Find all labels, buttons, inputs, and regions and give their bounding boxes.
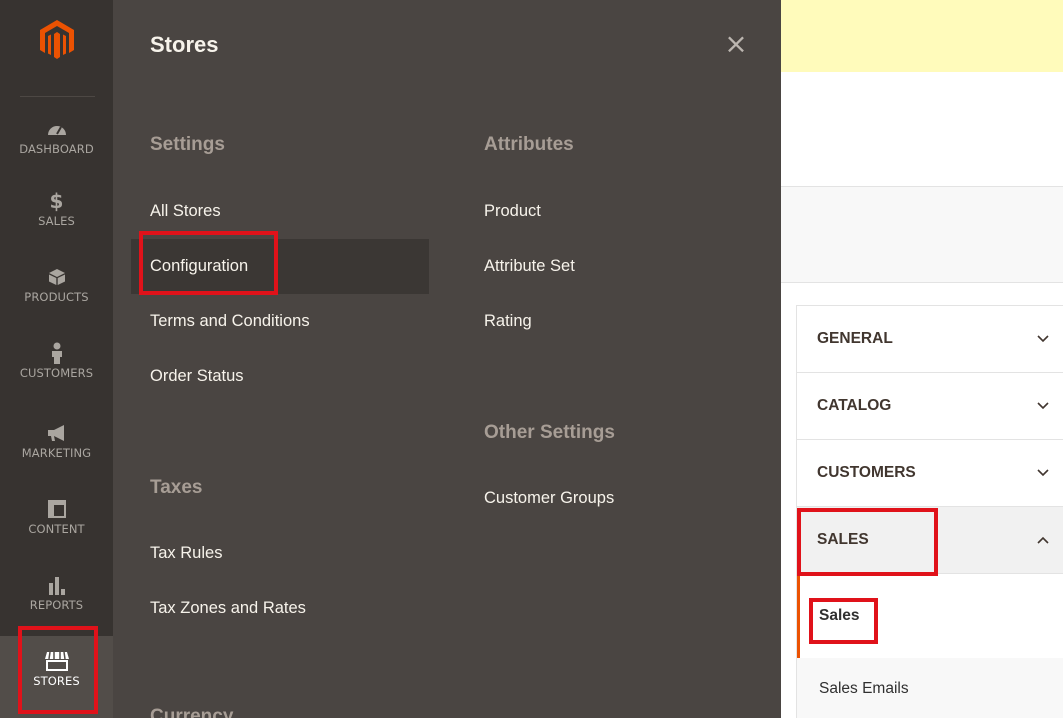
dollar-icon: $ xyxy=(49,189,64,213)
cube-icon xyxy=(48,266,66,288)
sidebar-item-label: DASHBOARD xyxy=(19,142,94,156)
sidebar-item-label: PRODUCTS xyxy=(24,290,89,304)
menu-link-order-status[interactable]: Order Status xyxy=(150,349,430,404)
config-tab-label: SALES xyxy=(817,531,869,548)
menu-link-customer-groups[interactable]: Customer Groups xyxy=(484,471,754,526)
config-tab-catalog[interactable]: CATALOG xyxy=(797,373,1063,440)
store-icon xyxy=(44,650,70,672)
sidebar-item-dashboard[interactable]: DASHBOARD xyxy=(0,118,113,168)
page-actions-band xyxy=(781,186,1063,283)
magento-logo[interactable] xyxy=(0,0,113,100)
menu-link-attribute-set[interactable]: Attribute Set xyxy=(484,239,754,294)
system-message-bar xyxy=(781,0,1063,72)
sidebar-item-reports[interactable]: REPORTS xyxy=(0,574,113,624)
sidebar-item-sales[interactable]: $ SALES xyxy=(0,189,113,240)
config-tab-label: CUSTOMERS xyxy=(817,464,916,481)
menu-link-terms-and-conditions[interactable]: Terms and Conditions xyxy=(150,294,430,349)
config-tab-general[interactable]: GENERAL xyxy=(797,306,1063,373)
section-title-other-settings: Other Settings xyxy=(484,422,615,443)
section-title-attributes: Attributes xyxy=(484,134,574,155)
sidebar-item-content[interactable]: CONTENT xyxy=(0,498,113,548)
sidebar-item-label: CONTENT xyxy=(28,522,85,536)
menu-link-tax-zones-and-rates[interactable]: Tax Zones and Rates xyxy=(150,581,430,636)
chevron-up-icon xyxy=(1036,533,1050,547)
section-title-currency: Currency xyxy=(150,706,234,718)
sidebar-item-label: MARKETING xyxy=(21,446,92,460)
bar-chart-icon xyxy=(47,574,67,596)
sidebar-item-products[interactable]: PRODUCTS xyxy=(0,266,113,316)
config-tab-sales[interactable]: SALES xyxy=(797,507,1063,574)
config-tab-label: CATALOG xyxy=(817,397,892,414)
section-title-settings: Settings xyxy=(150,134,225,155)
sidebar-item-label: SALES xyxy=(38,214,75,228)
magento-logo-icon xyxy=(39,20,74,59)
chevron-down-icon xyxy=(1036,399,1050,413)
chevron-down-icon xyxy=(1036,466,1050,480)
config-subitem-sales[interactable]: Sales xyxy=(797,574,1063,658)
dashboard-gauge-icon xyxy=(47,118,67,140)
section-title-taxes: Taxes xyxy=(150,477,203,498)
sidebar-item-marketing[interactable]: MARKETING xyxy=(0,422,113,472)
stores-flyout-menu: Stores × Settings All Stores Configurati… xyxy=(113,0,781,718)
megaphone-icon xyxy=(46,422,68,444)
sidebar-item-stores[interactable]: STORES xyxy=(0,636,113,718)
config-tab-customers[interactable]: CUSTOMERS xyxy=(797,440,1063,507)
menu-link-rating[interactable]: Rating xyxy=(484,294,754,349)
layout-icon xyxy=(47,498,66,520)
person-icon xyxy=(50,342,64,364)
menu-link-tax-rules[interactable]: Tax Rules xyxy=(150,526,430,581)
logo-divider xyxy=(20,96,95,97)
sidebar-item-label: REPORTS xyxy=(29,598,84,612)
flyout-title: Stores xyxy=(150,32,219,57)
admin-screen: DASHBOARD $ SALES PRODUCTS CUSTOMERS MAR… xyxy=(0,0,1063,718)
config-tab-label: GENERAL xyxy=(817,330,893,347)
menu-link-all-stores[interactable]: All Stores xyxy=(150,184,430,239)
menu-link-configuration[interactable]: Configuration xyxy=(131,239,429,294)
admin-sidebar: DASHBOARD $ SALES PRODUCTS CUSTOMERS MAR… xyxy=(0,0,113,718)
close-icon[interactable]: × xyxy=(722,30,750,58)
sidebar-item-label: CUSTOMERS xyxy=(19,366,94,380)
config-subitem-sales-emails[interactable]: Sales Emails xyxy=(797,658,1063,718)
config-tabs-nav: GENERAL CATALOG CUSTOMERS SALES Sales Sa… xyxy=(796,305,1063,718)
sidebar-item-label: STORES xyxy=(33,674,80,688)
sidebar-item-customers[interactable]: CUSTOMERS xyxy=(0,342,113,392)
chevron-down-icon xyxy=(1036,332,1050,346)
menu-link-product[interactable]: Product xyxy=(484,184,754,239)
